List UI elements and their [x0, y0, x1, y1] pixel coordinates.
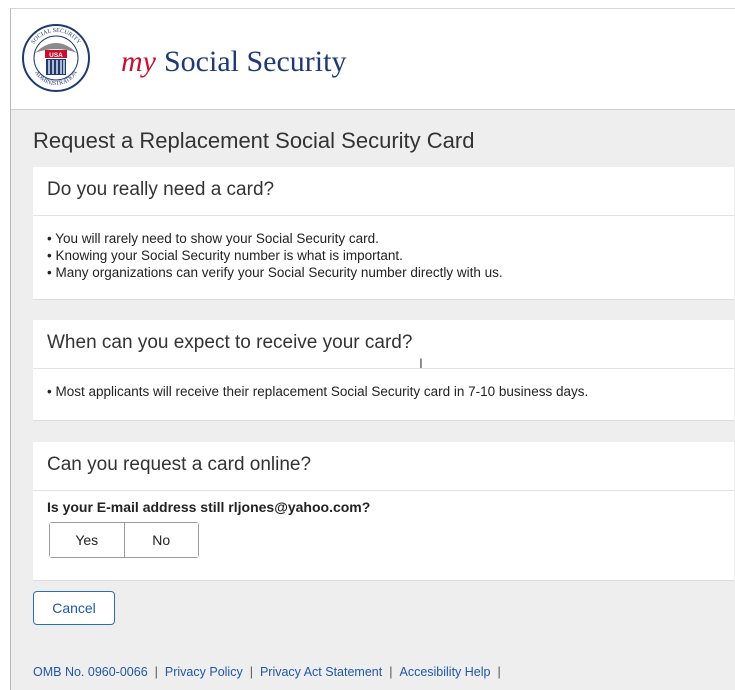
- browser-frame: USA SOCIAL SECURITY ADMINISTRATION my Soc…: [10, 8, 735, 690]
- section-body: Is your E-mail address still rljones@yah…: [33, 491, 734, 558]
- section-heading-text: When can you expect to receive your card…: [47, 332, 413, 353]
- section-receive-card: When can you expect to receive your card…: [33, 320, 734, 421]
- info-line: • Many organizations can verify your Soc…: [47, 265, 503, 280]
- ssa-seal-logo: USA SOCIAL SECURITY ADMINISTRATION: [22, 24, 90, 92]
- brand-my: my: [121, 45, 156, 78]
- info-line: • Knowing your Social Security number is…: [47, 248, 403, 263]
- footer-separator: |: [154, 665, 158, 679]
- no-button[interactable]: No: [124, 523, 198, 557]
- footer-link-privacy-policy[interactable]: Privacy Policy: [165, 665, 243, 679]
- info-line: • Most applicants will receive their rep…: [47, 384, 589, 399]
- page-title: Request a Replacement Social Security Ca…: [33, 128, 475, 153]
- section-heading-text: Can you request a card online?: [47, 454, 312, 475]
- section-heading-text: Do you really need a card?: [47, 179, 275, 200]
- section-heading: When can you expect to receive your card…: [33, 320, 734, 369]
- footer-link-accessibility[interactable]: Accesibility Help: [399, 665, 490, 679]
- site-brand[interactable]: my Social Security: [121, 45, 346, 79]
- section-need-card: Do you really need a card? • You will ra…: [33, 167, 734, 300]
- email-question: Is your E-mail address still rljones@yah…: [47, 499, 371, 515]
- section-request-online: Can you request a card online? Is your E…: [33, 442, 734, 581]
- section-body: • Most applicants will receive their rep…: [33, 369, 734, 400]
- main-content: Request a Replacement Social Security Ca…: [11, 110, 735, 690]
- section-body: • You will rarely need to show your Soci…: [33, 216, 734, 281]
- yes-no-toggle: Yes No: [49, 522, 199, 558]
- site-header: USA SOCIAL SECURITY ADMINISTRATION my Soc…: [11, 9, 735, 110]
- footer-link-privacy-act[interactable]: Privacy Act Statement: [260, 665, 382, 679]
- section-heading: Do you really need a card?: [33, 167, 734, 216]
- cancel-button[interactable]: Cancel: [33, 591, 115, 625]
- info-line: • You will rarely need to show your Soci…: [47, 231, 379, 246]
- footer-separator: |: [249, 665, 253, 679]
- footer-link-omb[interactable]: OMB No. 0960-0066: [33, 665, 148, 679]
- footer-separator: |: [497, 665, 501, 679]
- brand-social-security: Social Security: [163, 45, 347, 78]
- text-cursor-icon: I: [419, 355, 423, 371]
- footer-links: OMB No. 0960-0066 | Privacy Policy | Privacy…: [33, 665, 508, 679]
- yes-button[interactable]: Yes: [50, 523, 125, 557]
- seal-badge-text: USA: [49, 52, 63, 59]
- footer-separator: |: [389, 665, 393, 679]
- section-heading: Can you request a card online?: [33, 442, 734, 491]
